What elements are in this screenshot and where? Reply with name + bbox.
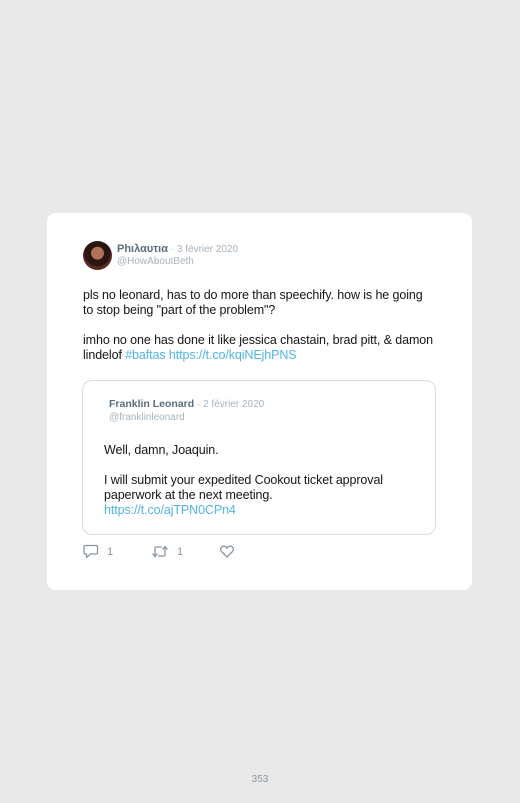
quoted-link[interactable]: https://t.co/ajTPN0CPn4 bbox=[104, 503, 236, 517]
tweet-paragraph-1: pls no leonard, has to do more than spee… bbox=[83, 288, 423, 317]
quoted-paragraph-2: I will submit your expedited Cookout tic… bbox=[104, 473, 424, 518]
quoted-author-name[interactable]: Franklin Leonard bbox=[109, 398, 194, 410]
quoted-date[interactable]: 2 février 2020 bbox=[203, 399, 264, 410]
quoted-text: Well, damn, Joaquin. I will submit your … bbox=[104, 443, 424, 533]
quoted-author-line: Franklin Leonard · 2 février 2020 bbox=[109, 398, 264, 410]
tweet-card: Ρhιλαυτια · 3 février 2020 @HowAboutBeth… bbox=[47, 213, 472, 590]
tweet-paragraph-2: imho no one has done it like jessica cha… bbox=[83, 333, 433, 363]
retweet-icon bbox=[151, 544, 169, 559]
author-line: Ρhιλαυτια · 3 février 2020 bbox=[117, 243, 238, 255]
author-name[interactable]: Ρhιλαυτια bbox=[117, 243, 168, 255]
reply-icon bbox=[83, 544, 99, 559]
reply-button[interactable]: 1 bbox=[83, 544, 113, 559]
quoted-handle[interactable]: @franklinleonard bbox=[109, 412, 185, 423]
quoted-paragraph-1: Well, damn, Joaquin. bbox=[104, 443, 219, 457]
tweet-link[interactable]: https://t.co/kqiNEjhPNS bbox=[169, 348, 297, 362]
retweet-count: 1 bbox=[177, 545, 184, 558]
retweet-button[interactable]: 1 bbox=[151, 544, 183, 559]
tweet-text: pls no leonard, has to do more than spee… bbox=[83, 288, 433, 378]
quoted-paragraph-2-text: I will submit your expedited Cookout tic… bbox=[104, 473, 383, 502]
quoted-separator: · bbox=[194, 399, 204, 410]
page-number: 353 bbox=[251, 774, 269, 785]
action-bar: 1 1 bbox=[83, 544, 283, 562]
hashtag-link[interactable]: #baftas bbox=[125, 348, 165, 362]
separator: · bbox=[168, 244, 177, 255]
avatar[interactable] bbox=[83, 241, 112, 270]
like-button[interactable] bbox=[219, 544, 235, 559]
like-icon bbox=[219, 544, 235, 559]
author-handle[interactable]: @HowAboutBeth bbox=[117, 256, 194, 267]
tweet-date[interactable]: 3 février 2020 bbox=[177, 244, 238, 255]
reply-count: 1 bbox=[107, 545, 114, 558]
quoted-tweet[interactable]: Franklin Leonard · 2 février 2020 @frank… bbox=[82, 380, 436, 535]
